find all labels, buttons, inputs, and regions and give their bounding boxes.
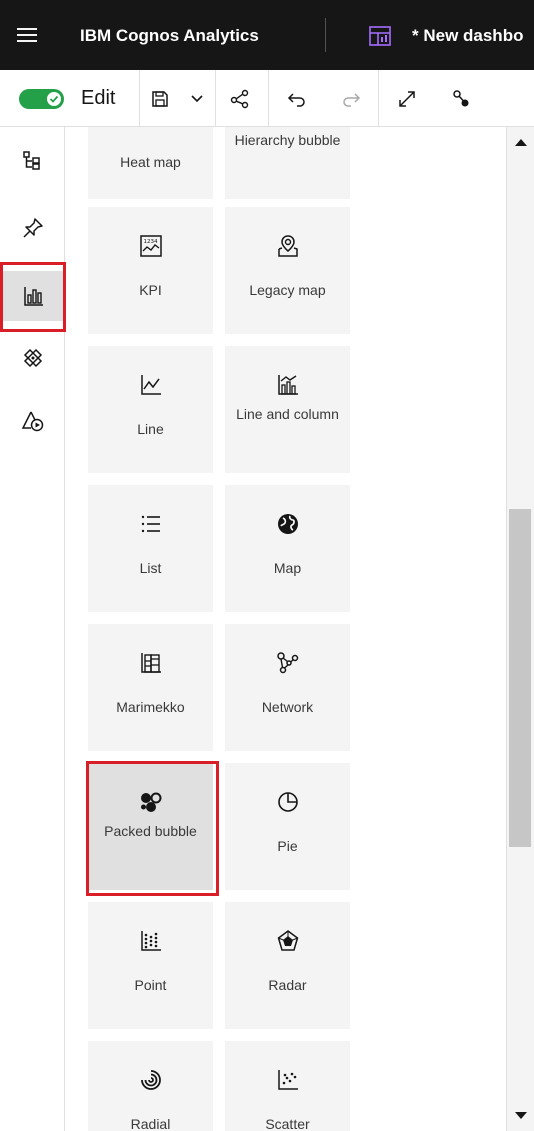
viz-tile-label: Line and column (236, 406, 339, 422)
viz-tile-list[interactable]: List (88, 485, 213, 612)
share-icon (230, 89, 249, 109)
save-icon (152, 91, 168, 107)
point-icon (88, 928, 213, 954)
header-divider (325, 18, 326, 52)
scatter-icon (225, 1067, 350, 1093)
network-icon (225, 650, 350, 676)
viz-tile-pie[interactable]: Pie (225, 763, 350, 890)
line-and-column-icon (225, 372, 350, 398)
rail-item-assistant[interactable] (0, 396, 65, 446)
viz-tile-line-and-column[interactable]: Line and column (225, 346, 350, 473)
viz-tile-label: Map (273, 560, 302, 576)
scroll-thumb[interactable] (509, 509, 531, 847)
viz-tile-kpi[interactable]: 1234 KPI (88, 207, 213, 334)
assistant-icon (21, 411, 43, 432)
viz-tile-scatter[interactable]: Scatter (225, 1041, 350, 1131)
save-button[interactable] (145, 84, 175, 114)
expand-icon (399, 91, 415, 107)
rail-item-visualizations[interactable] (0, 271, 65, 321)
viz-tile-packed-bubble[interactable]: Packed bubble (88, 763, 213, 890)
viz-tile-radar[interactable]: Radar (225, 902, 350, 1029)
viz-tile-radial[interactable]: Radial (88, 1041, 213, 1131)
save-options-dropdown[interactable] (182, 84, 212, 114)
edit-mode-toggle[interactable] (19, 89, 64, 109)
redo-icon (343, 93, 361, 107)
dashboard-tab-title[interactable]: * New dashbo (412, 26, 523, 46)
redo-button[interactable] (336, 84, 366, 114)
viz-tile-label: Radar (268, 977, 307, 993)
rail-item-data-sources[interactable] (0, 136, 65, 186)
pin-icon (22, 218, 43, 238)
viz-tile-label: Line (137, 421, 164, 437)
checkmark-icon (49, 95, 59, 103)
app-header: IBM Cognos Analytics * New dashbo (0, 0, 534, 70)
viz-tile-label: Scatter (265, 1116, 310, 1131)
edit-mode-label: Edit (81, 87, 116, 109)
radar-icon (225, 928, 350, 954)
viz-tile-label: KPI (139, 282, 162, 298)
viz-tile-map[interactable]: Map (225, 485, 350, 612)
viz-tile-label: Radial (130, 1116, 171, 1131)
toolbar-divider (139, 70, 140, 127)
toolbar-divider (215, 70, 216, 127)
legacy-map-icon (225, 233, 350, 259)
viz-tile-label: Network (261, 699, 314, 715)
viz-tile-label: Legacy map (249, 282, 326, 298)
left-navigation-rail (0, 127, 65, 1131)
svg-text:1234: 1234 (143, 239, 157, 245)
connection-icon (453, 90, 469, 107)
viz-tile-label: Packed bubble (104, 823, 197, 839)
app-title: IBM Cognos Analytics (80, 26, 259, 45)
rail-item-widgets[interactable] (0, 333, 65, 383)
visualizations-icon (24, 287, 43, 306)
visualizations-panel: Heat map Hierarchy bubble 1234 KPI Legac… (66, 127, 506, 1131)
widgets-icon (23, 348, 42, 368)
dashboard-toolbar: Edit (0, 70, 534, 127)
dashboard-icon (369, 26, 391, 46)
share-button[interactable] (225, 84, 255, 114)
viz-tile-label: Pie (277, 838, 298, 854)
fullscreen-button[interactable] (392, 84, 422, 114)
hamburger-menu-icon[interactable] (17, 28, 37, 42)
viz-tile-label: Heat map (120, 154, 181, 170)
viz-tile-marimekko[interactable]: Marimekko (88, 624, 213, 751)
viz-tile-legacy-map[interactable]: Legacy map (225, 207, 350, 334)
radial-icon (88, 1067, 213, 1093)
connect-button[interactable] (446, 84, 476, 114)
packed-bubble-icon (88, 789, 213, 815)
chevron-down-icon (191, 95, 203, 103)
rail-item-pins[interactable] (0, 203, 65, 253)
toggle-knob (47, 92, 61, 106)
kpi-icon: 1234 (88, 233, 213, 259)
scroll-down-arrow-icon[interactable] (515, 1112, 527, 1119)
marimekko-icon (88, 650, 213, 676)
pie-icon (225, 789, 350, 815)
viz-tile-label: List (139, 560, 162, 576)
toolbar-divider (268, 70, 269, 127)
line-chart-icon (88, 372, 213, 398)
viz-tile-label: Hierarchy bubble (234, 132, 341, 148)
map-globe-icon (225, 511, 350, 537)
viz-tile-label: Point (134, 977, 167, 993)
undo-icon (287, 93, 305, 107)
viz-tile-heat-map[interactable]: Heat map (88, 127, 213, 199)
viz-tile-network[interactable]: Network (225, 624, 350, 751)
list-icon (88, 511, 213, 537)
data-sources-icon (22, 151, 40, 170)
scroll-up-arrow-icon[interactable] (515, 139, 527, 146)
undo-button[interactable] (282, 84, 312, 114)
panel-scrollbar[interactable] (506, 127, 534, 1131)
viz-tile-point[interactable]: Point (88, 902, 213, 1029)
viz-tile-label: Marimekko (116, 699, 185, 715)
viz-tile-hierarchy-bubble[interactable]: Hierarchy bubble (225, 127, 350, 199)
toolbar-divider (378, 70, 379, 127)
viz-tile-line[interactable]: Line (88, 346, 213, 473)
